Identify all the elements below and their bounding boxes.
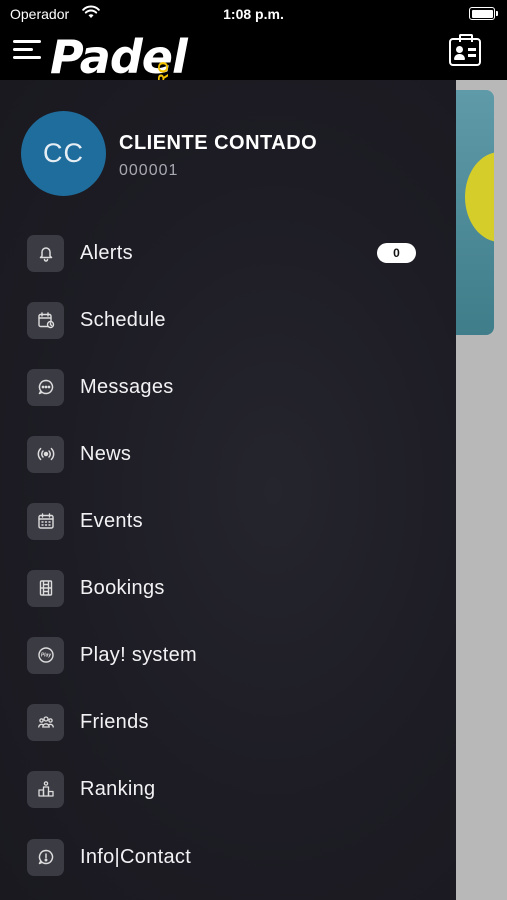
menu-item-messages[interactable]: Messages xyxy=(0,358,456,416)
menu-item-schedule[interactable]: Schedule xyxy=(0,291,456,349)
menu-label: Info|Contact xyxy=(80,845,192,868)
play-logo-icon: Play xyxy=(27,636,64,674)
menu-label: Ranking xyxy=(80,777,156,800)
side-drawer: CC CLIENTE CONTADO 000001 Alerts 0 Sched… xyxy=(0,80,456,900)
chat-bubble-icon xyxy=(27,368,64,406)
menu-item-play-system[interactable]: Play Play! system xyxy=(0,626,456,684)
menu-item-alerts[interactable]: Alerts 0 xyxy=(0,224,456,282)
broadcast-icon xyxy=(27,435,64,473)
menu-item-ranking[interactable]: Ranking xyxy=(0,760,456,818)
user-name: CLIENTE CONTADO xyxy=(119,132,318,154)
hamburger-menu-icon[interactable] xyxy=(13,40,41,64)
status-bar: Operador 1:08 p.m. xyxy=(0,0,507,28)
menu-label: Play! system xyxy=(80,643,197,666)
menu-label: Friends xyxy=(80,710,149,733)
calendar-icon xyxy=(27,502,64,540)
menu-item-friends[interactable]: Friends xyxy=(0,693,456,751)
menu-label: Messages xyxy=(80,375,174,398)
menu-label: News xyxy=(80,442,132,465)
menu-item-info-contact[interactable]: Info|Contact xyxy=(0,828,456,886)
menu-item-events[interactable]: Events xyxy=(0,492,456,550)
menu-label: Schedule xyxy=(80,308,166,331)
schedule-icon xyxy=(27,301,64,339)
menu-label: Events xyxy=(80,509,143,532)
menu-item-news[interactable]: News xyxy=(0,425,456,483)
menu-item-bookings[interactable]: Bookings xyxy=(0,559,456,617)
id-card-icon[interactable] xyxy=(449,34,481,66)
menu-label: Bookings xyxy=(80,576,165,599)
menu-label: Alerts xyxy=(80,241,133,264)
friends-icon xyxy=(27,703,64,741)
svg-text:Play: Play xyxy=(40,653,51,659)
info-chat-icon xyxy=(27,838,64,876)
alerts-count-badge: 0 xyxy=(377,243,416,263)
battery-icon xyxy=(469,7,498,20)
podium-icon xyxy=(27,770,64,808)
user-code: 000001 xyxy=(119,162,179,179)
bell-icon xyxy=(27,234,64,272)
app-header: Padel PRO xyxy=(0,28,507,95)
court-icon xyxy=(27,569,64,607)
avatar[interactable]: CC xyxy=(21,111,106,196)
clock: 1:08 p.m. xyxy=(223,6,284,22)
